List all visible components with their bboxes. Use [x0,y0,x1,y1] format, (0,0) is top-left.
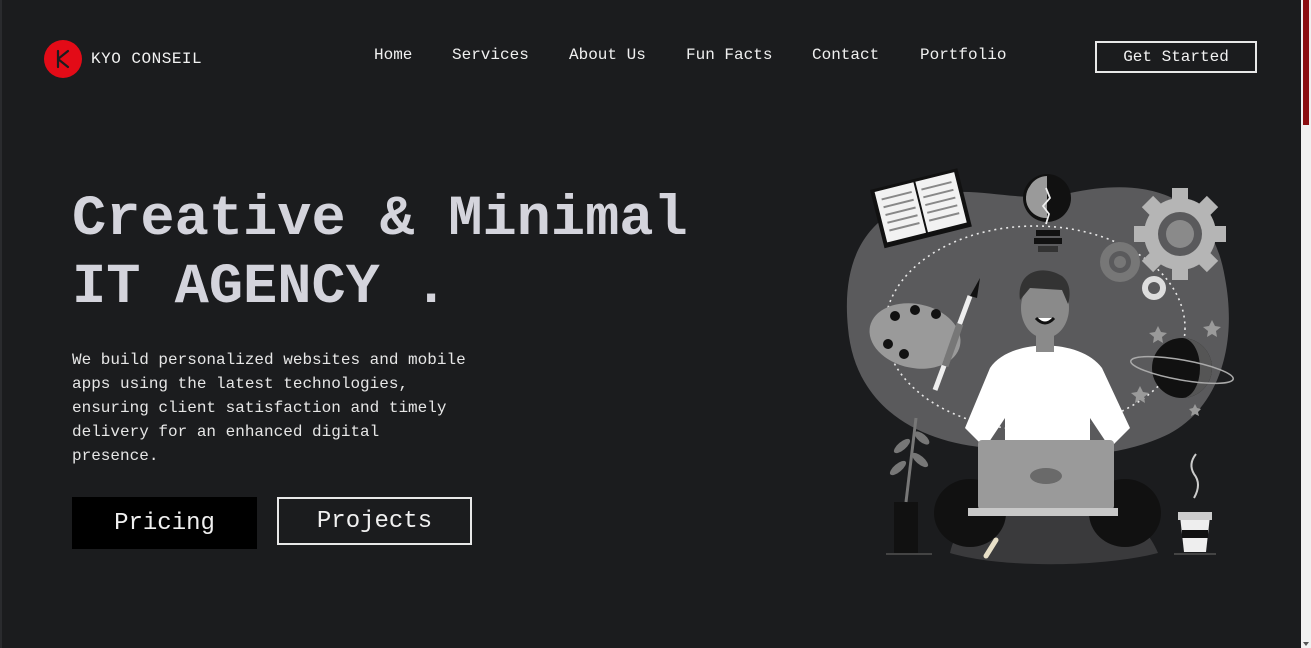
brand-logo[interactable]: KYO CONSEIL [44,40,202,78]
brand-name: KYO CONSEIL [91,50,203,68]
hero-description: We build personalized websites and mobil… [72,351,466,465]
nav-portfolio[interactable]: Portfolio [920,46,1006,64]
nav-contact[interactable]: Contact [812,46,879,64]
page-scrollbar[interactable] [1301,0,1311,648]
hero-title: Creative & Minimal IT AGENCY . [72,186,688,322]
scroll-down-arrow-icon[interactable] [1303,642,1309,646]
scrollbar-thumb[interactable] [1303,0,1309,125]
hero-illustration [846,168,1234,565]
nav-home[interactable]: Home [374,46,412,64]
nav-services[interactable]: Services [452,46,529,64]
pricing-button[interactable]: Pricing [72,497,257,549]
small-gear-icon [1100,242,1140,282]
nav-fun-facts[interactable]: Fun Facts [686,46,772,64]
gear-icon [1134,188,1226,280]
plant-icon [886,417,932,555]
get-started-button[interactable]: Get Started [1095,41,1257,73]
hero-title-line1: Creative & Minimal [72,188,688,252]
coffee-cup-icon [1174,453,1216,555]
page-edge [0,0,2,648]
nav-about-us[interactable]: About Us [569,46,646,64]
hero-title-line2: IT AGENCY . [72,256,449,320]
tiny-gear-icon [1142,276,1166,300]
projects-button[interactable]: Projects [277,497,472,545]
logo-k-icon [44,40,82,78]
page: KYO CONSEIL Home Services About Us Fun F… [0,0,1311,648]
